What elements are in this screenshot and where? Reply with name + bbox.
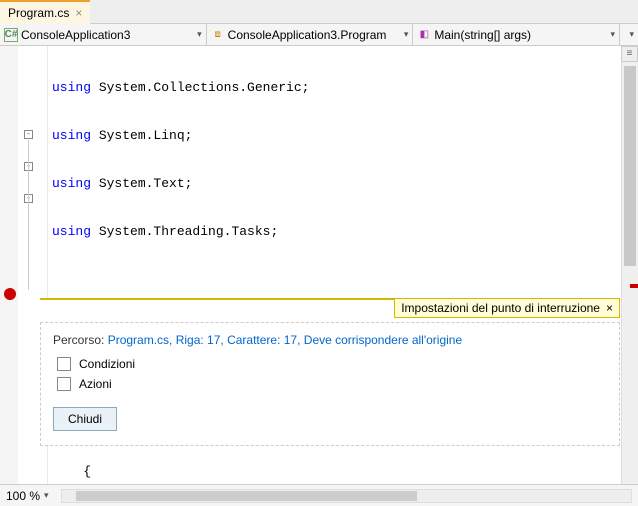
path-link[interactable]: Program.cs, Riga: 17, Carattere: 17, Dev… (108, 333, 462, 347)
breakpoint-margin[interactable] (0, 46, 18, 484)
nav-method-label: Main(string[] args) (434, 28, 531, 42)
close-icon[interactable]: × (606, 301, 613, 315)
vertical-scrollbar[interactable] (621, 46, 638, 484)
panel-title: Impostazioni del punto di interruzione (401, 301, 600, 315)
scroll-thumb[interactable] (624, 66, 636, 266)
chevron-down-icon: ▾ (629, 29, 634, 40)
nav-class-label: ConsoleApplication3.Program (228, 28, 387, 42)
path-label: Percorso: (53, 333, 108, 347)
conditions-label: Condizioni (79, 357, 135, 371)
chevron-down-icon: ▾ (610, 29, 615, 40)
panel-titlebar: Impostazioni del punto di interruzione × (394, 298, 620, 318)
tab-title: Program.cs (8, 6, 69, 20)
csharp-icon: C# (4, 28, 18, 42)
zoom-level[interactable]: 100 % (6, 489, 40, 503)
breakpoint-marker (630, 284, 638, 288)
horizontal-scrollbar[interactable] (61, 489, 632, 503)
file-tab[interactable]: Program.cs × (0, 0, 90, 24)
outline-toggle[interactable]: - (24, 130, 33, 139)
class-icon: ⧈ (211, 28, 225, 42)
actions-label: Azioni (79, 377, 112, 391)
nav-project-label: ConsoleApplication3 (21, 28, 130, 42)
nav-class[interactable]: ⧈ ConsoleApplication3.Program ▾ (207, 24, 414, 45)
split-editor-button[interactable]: ≡ (621, 46, 638, 62)
scroll-thumb[interactable] (76, 491, 418, 501)
chevron-down-icon: ▾ (197, 29, 202, 40)
method-icon: ◧ (417, 28, 431, 42)
panel-body: Percorso: Program.cs, Riga: 17, Caratter… (40, 322, 620, 446)
checkbox[interactable] (57, 377, 71, 391)
breakpoint-settings-panel: Impostazioni del punto di interruzione ×… (40, 298, 620, 446)
nav-method[interactable]: ◧ Main(string[] args) ▾ (413, 24, 620, 45)
tab-bar: Program.cs × (0, 0, 638, 24)
checkbox[interactable] (57, 357, 71, 371)
statusbar: 100 % ▾ (0, 484, 638, 506)
close-icon[interactable]: × (75, 6, 82, 20)
nav-bar: C# ConsoleApplication3 ▾ ⧈ ConsoleApplic… (0, 24, 638, 46)
nav-extra[interactable]: ▾ (620, 24, 638, 45)
chevron-down-icon[interactable]: ▾ (44, 490, 49, 501)
path-row: Percorso: Program.cs, Riga: 17, Caratter… (53, 333, 607, 347)
breakpoint-dot[interactable] (4, 288, 16, 300)
chevron-down-icon: ▾ (404, 29, 409, 40)
actions-row[interactable]: Azioni (57, 377, 607, 391)
conditions-row[interactable]: Condizioni (57, 357, 607, 371)
nav-project[interactable]: C# ConsoleApplication3 ▾ (0, 24, 207, 45)
close-button[interactable]: Chiudi (53, 407, 117, 431)
